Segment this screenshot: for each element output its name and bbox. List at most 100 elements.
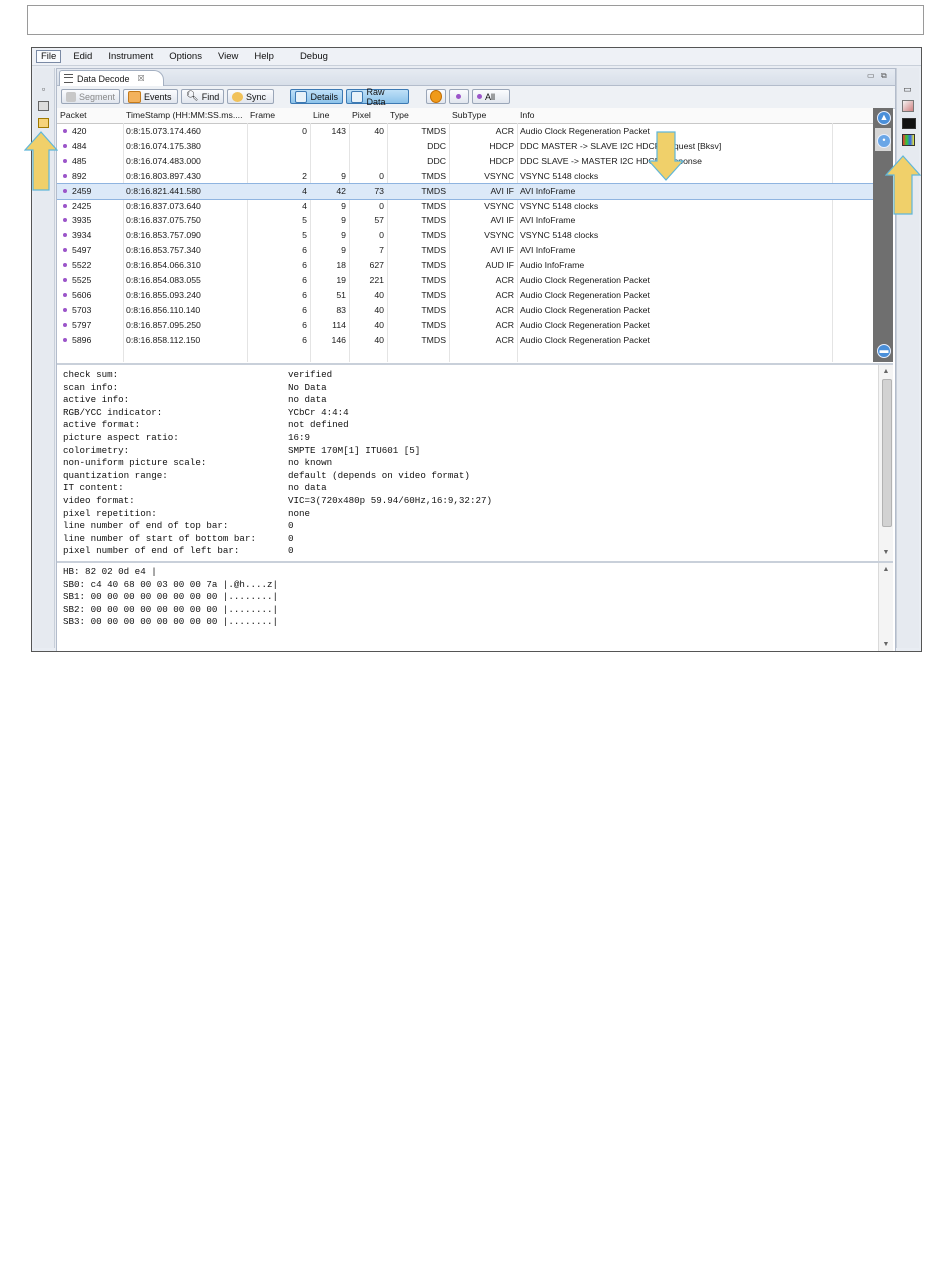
column-header-subtype[interactable]: SubType: [449, 108, 517, 123]
color-bars-icon[interactable]: [902, 134, 915, 146]
cell-frame: 6: [247, 258, 310, 273]
scroll-down-icon[interactable]: ▬: [877, 344, 891, 358]
packet-dot-icon: [63, 292, 67, 297]
pattern-icon[interactable]: [902, 100, 914, 112]
table-row[interactable]: 420 0:8:15.073.174.460 0 143 40 TMDS ACR Audio …: [57, 124, 873, 139]
menu-help[interactable]: Help: [246, 51, 282, 62]
table-row[interactable]: 3934 0:8:16.853.757.090 5 9 0 TMDS VSYNC VSYNC …: [57, 228, 873, 243]
sync-button[interactable]: Sync: [227, 89, 274, 104]
cell-timestamp: 0:8:16.837.073.640: [123, 199, 247, 214]
raw-scroll-up-icon[interactable]: ▲: [879, 564, 893, 576]
menu-debug[interactable]: Debug: [292, 51, 336, 62]
cell-pixel: 40: [349, 288, 387, 303]
packet-dot-icon: [63, 129, 67, 133]
events-button[interactable]: Events: [123, 89, 178, 104]
warning-icon: [430, 90, 442, 103]
minimize-icon[interactable]: ▭: [867, 71, 875, 80]
menu-instrument[interactable]: Instrument: [100, 51, 161, 62]
segment-icon: [66, 91, 76, 102]
table-row[interactable]: 485 0:8:16.074.483.000 DDC HDCP DDC SLAVE ->…: [57, 154, 873, 169]
details-scrollbar[interactable]: ▲ ▼: [878, 365, 893, 561]
table-row[interactable]: 5797 0:8:16.857.095.250 6 114 40 TMDS ACR Audio…: [57, 318, 873, 333]
table-scrollbar[interactable]: ▲ • ▬: [873, 108, 893, 362]
cell-text: 221: [369, 275, 385, 285]
restore-icon[interactable]: ▫: [38, 84, 49, 94]
video-icon[interactable]: [902, 118, 916, 129]
cell-text: TMDS: [421, 304, 446, 315]
menu-file[interactable]: File: [36, 50, 62, 63]
cell-text: TMDS: [421, 245, 446, 256]
cell-text: DDC MASTER -> SLAVE I2C HDCP Request [Bk…: [520, 140, 722, 151]
table-row[interactable]: 2459 0:8:16.821.441.580 4 42 73 TMDS AVI IF AVI…: [57, 182, 873, 200]
table-row[interactable]: 484 0:8:16.074.175.380 DDC HDCP DDC MASTER -…: [57, 139, 873, 154]
cell-packet: 420: [57, 124, 123, 139]
cell-text: DDC: [427, 155, 446, 166]
column-header-frame[interactable]: Frame: [247, 108, 310, 123]
segment-button[interactable]: Segment: [61, 89, 120, 104]
maximize-icon[interactable]: ▭: [902, 84, 913, 94]
packet-dot-icon: [63, 263, 67, 268]
cell-text: 6: [302, 334, 307, 345]
table-row[interactable]: 5703 0:8:16.856.110.140 6 83 40 TMDS ACR Audio …: [57, 303, 873, 318]
packet-dot-icon: [63, 158, 67, 163]
cell-text: 114: [332, 319, 346, 330]
table-row[interactable]: 5522 0:8:16.854.066.310 6 18 627 TMDS AUD IF Au…: [57, 258, 873, 273]
detail-value: SMPTE 170M[1] ITU601 [5]: [288, 444, 421, 456]
cell-line: 9: [310, 199, 349, 214]
table-row[interactable]: 5606 0:8:16.855.093.240 6 51 40 TMDS ACR Audio …: [57, 288, 873, 303]
cell-info: VSYNC 5148 clocks: [517, 228, 829, 243]
table-row[interactable]: 5525 0:8:16.854.083.055 6 19 221 TMDS ACR Audio…: [57, 273, 873, 288]
cell-text: 146: [331, 334, 347, 345]
table-row[interactable]: 2425 0:8:16.837.073.640 4 9 0 TMDS VSYNC VSYNC …: [57, 199, 873, 214]
menu-options[interactable]: Options: [161, 51, 210, 62]
warning-filter-button[interactable]: [426, 89, 446, 104]
table-row[interactable]: 3935 0:8:16.837.075.750 5 9 57 TMDS AVI IF AVI …: [57, 213, 873, 228]
detail-value: 0: [288, 532, 294, 544]
raw-data-button[interactable]: Raw Data: [346, 87, 409, 107]
cell-info: AVI InfoFrame: [517, 184, 829, 199]
table-row[interactable]: 892 0:8:16.803.897.430 2 9 0 TMDS VSYNC VSYNC 5…: [57, 169, 873, 184]
cell-text: 5: [302, 230, 307, 241]
cell-text: 6: [302, 304, 307, 315]
cell-text: Audio Clock Regeneration Packet: [520, 334, 650, 345]
detail-key: IT content:: [63, 482, 124, 494]
monitor-icon[interactable]: [38, 101, 49, 111]
scroll-up-icon[interactable]: ▲: [877, 111, 891, 125]
cell-text: TMDS: [421, 230, 446, 241]
raw-scrollbar[interactable]: ▲ ▼: [878, 563, 893, 651]
all-label: All: [485, 91, 496, 102]
all-filter-button[interactable]: All: [472, 89, 510, 104]
column-header-info[interactable]: Info: [517, 108, 829, 123]
column-header-type[interactable]: Type: [387, 108, 449, 123]
close-tab-icon[interactable]: ☒: [138, 74, 145, 83]
details-scroll-down-icon[interactable]: ▼: [879, 547, 893, 559]
column-header-line[interactable]: Line: [310, 108, 349, 123]
find-button[interactable]: 🔍︎ Find: [181, 89, 224, 104]
column-header-pixel[interactable]: Pixel: [349, 108, 387, 123]
details-scroll-thumb[interactable]: [882, 379, 892, 527]
table-row[interactable]: 5497 0:8:16.853.757.340 6 9 7 TMDS AVI IF AVI I…: [57, 243, 873, 258]
menu-view[interactable]: View: [210, 51, 246, 62]
table-row[interactable]: 5896 0:8:16.858.112.150 6 146 40 TMDS ACR Audio…: [57, 333, 873, 348]
column-header-packet[interactable]: Packet: [57, 108, 123, 123]
detail-line: IT content: no data: [63, 482, 327, 495]
packet-dot-icon: [63, 188, 67, 193]
decoder-icon[interactable]: [38, 118, 49, 128]
menu-edid[interactable]: Edid: [65, 51, 100, 62]
packet-filter-button[interactable]: [449, 89, 469, 104]
tab-data-decode[interactable]: Data Decode ☒: [59, 70, 164, 86]
cell-info: VSYNC 5148 clocks: [517, 199, 829, 214]
details-scroll-up-icon[interactable]: ▲: [879, 366, 893, 378]
cell-text: 2425: [72, 200, 92, 211]
cell-text: 6: [302, 245, 307, 256]
cell-text: 6: [302, 260, 307, 271]
details-button[interactable]: Details: [290, 89, 343, 104]
detail-value: no data: [288, 482, 327, 494]
search-icon: 🔍︎: [186, 91, 199, 102]
cell-info: Audio Clock Regeneration Packet: [517, 303, 829, 318]
packet-dot-icon: [63, 322, 67, 327]
raw-scroll-down-icon[interactable]: ▼: [879, 639, 893, 651]
scroll-page-icon[interactable]: •: [877, 134, 891, 148]
column-header-timestamp[interactable]: TimeStamp (HH:MM:SS.ms....: [123, 108, 247, 123]
maximize-view-icon[interactable]: ⧉: [881, 71, 887, 81]
